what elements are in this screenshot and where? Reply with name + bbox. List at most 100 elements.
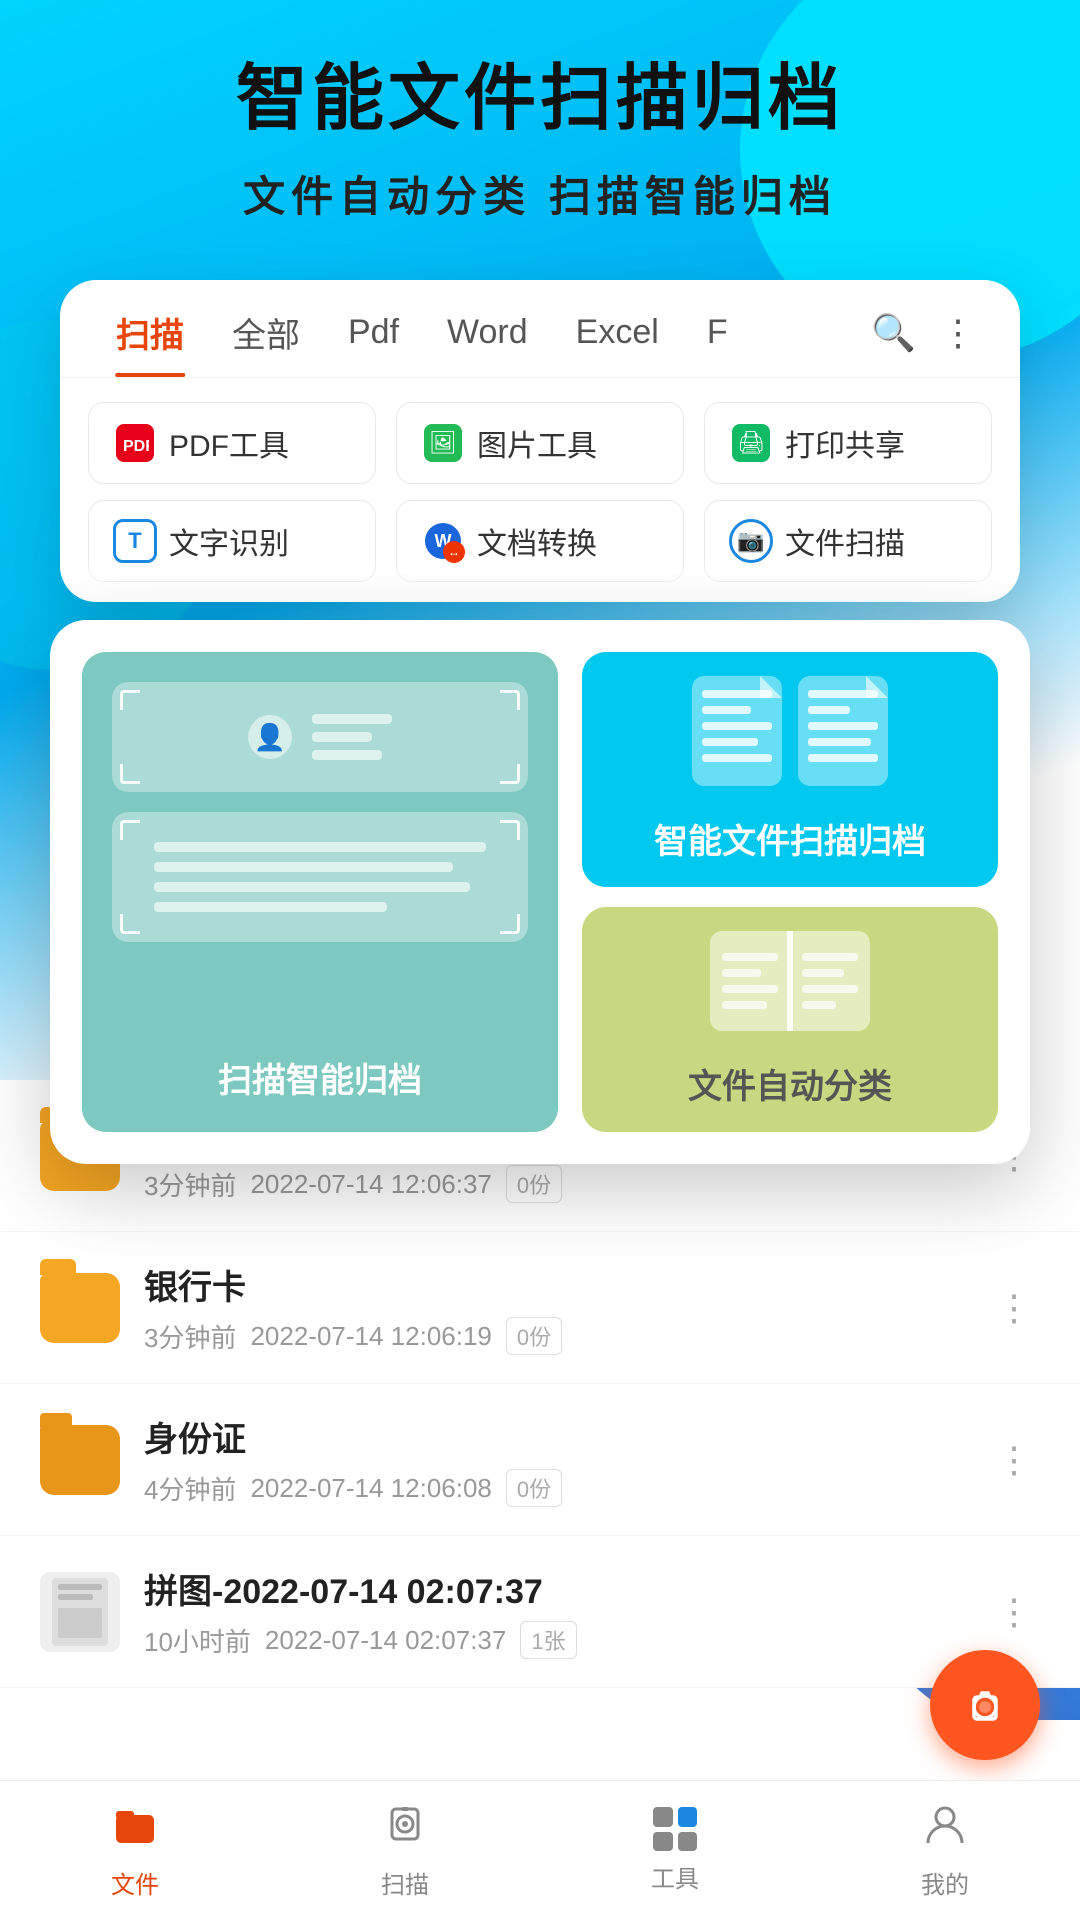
time-relative: 10小时前 xyxy=(144,1622,251,1659)
popup-right-bottom[interactable]: 文件自动分类 xyxy=(582,907,998,1132)
list-item-meta: 10小时前 2022-07-14 02:07:37 1张 xyxy=(144,1621,964,1659)
file-list: 驾驶证 3分钟前 2022-07-14 12:06:37 0份 ⋮ 银行卡 3分… xyxy=(0,1080,1080,1688)
file-thumb-pinjie xyxy=(40,1572,120,1652)
list-item-meta: 3分钟前 2022-07-14 12:06:37 0份 xyxy=(144,1165,964,1203)
pdf-tool-label: PDF工具 xyxy=(169,421,289,465)
print-tool-label: 打印共享 xyxy=(785,421,905,465)
nav-scan-icon xyxy=(382,1801,428,1857)
pdf-icon: PDF xyxy=(113,421,157,465)
doc-line-1 xyxy=(154,842,487,852)
doc-lines xyxy=(154,842,487,912)
nav-mine-label: 我的 xyxy=(921,1865,969,1900)
time-relative: 4分钟前 xyxy=(144,1470,236,1507)
book-left-page xyxy=(710,931,790,1031)
popup-right-top[interactable]: 智能文件扫描归档 xyxy=(582,652,998,887)
corner-br xyxy=(500,764,520,784)
nav-item-scan[interactable]: 扫描 xyxy=(270,1781,540,1920)
search-icon[interactable]: 🔍 xyxy=(859,312,928,374)
tools-row-1: PDF PDF工具 🖼 图片工具 🖨 打印共享 xyxy=(60,378,1020,484)
popup-right-top-label: 智能文件扫描归档 xyxy=(654,814,926,863)
corner-tr xyxy=(500,690,520,710)
img-tool-label: 图片工具 xyxy=(477,421,597,465)
ocr-icon: T xyxy=(113,519,157,563)
tab-pdf[interactable]: Pdf xyxy=(324,313,423,372)
sub-title: 文件自动分类 扫描智能归档 xyxy=(0,163,1080,224)
more-button[interactable]: ⋮ xyxy=(988,1431,1040,1489)
datetime: 2022-07-14 12:06:08 xyxy=(250,1473,491,1504)
tabs-bar: 扫描 全部 Pdf Word Excel F 🔍 ⋮ xyxy=(60,280,1020,378)
scan-card-illustrations: 👤 xyxy=(112,682,528,942)
tab-excel[interactable]: Excel xyxy=(552,313,683,372)
folder-icon-id xyxy=(40,1425,120,1495)
datetime: 2022-07-14 12:06:37 xyxy=(250,1169,491,1200)
tab-f[interactable]: F xyxy=(683,313,752,372)
corner-tl xyxy=(120,690,140,710)
doc-illustration xyxy=(112,812,528,942)
popup-left[interactable]: 👤 xyxy=(82,652,558,1132)
list-item-info: 身份证 4分钟前 2022-07-14 12:06:08 0份 xyxy=(144,1412,964,1507)
list-item-meta: 3分钟前 2022-07-14 12:06:19 0份 xyxy=(144,1317,964,1355)
datetime: 2022-07-14 02:07:37 xyxy=(265,1625,506,1656)
id-line-1 xyxy=(312,714,392,724)
print-icon: 🖨 xyxy=(729,421,773,465)
camera-fab-button[interactable] xyxy=(930,1650,1040,1760)
nav-tools-icon xyxy=(653,1807,697,1851)
list-item-title: 银行卡 xyxy=(144,1260,964,1309)
pdf-tool-button[interactable]: PDF PDF工具 xyxy=(88,402,376,484)
count-badge: 0份 xyxy=(506,1469,562,1507)
header: 智能文件扫描归档 文件自动分类 扫描智能归档 xyxy=(0,60,1080,224)
nav-item-mine[interactable]: 我的 xyxy=(810,1781,1080,1920)
nav-mine-icon xyxy=(922,1801,968,1857)
list-item-info: 拼图-2022-07-14 02:07:37 10小时前 2022-07-14 … xyxy=(144,1564,964,1659)
datetime: 2022-07-14 12:06:19 xyxy=(250,1321,491,1352)
card-fade xyxy=(60,562,1020,602)
count-badge: 0份 xyxy=(506,1317,562,1355)
list-item[interactable]: 银行卡 3分钟前 2022-07-14 12:06:19 0份 ⋮ xyxy=(0,1232,1080,1384)
svg-text:PDF: PDF xyxy=(123,438,149,455)
tab-word[interactable]: Word xyxy=(423,313,552,372)
doc-icons-row xyxy=(692,676,888,786)
list-item[interactable]: 拼图-2022-07-14 02:07:37 10小时前 2022-07-14 … xyxy=(0,1536,1080,1688)
folder-icon-bank xyxy=(40,1273,120,1343)
book-right-page xyxy=(790,931,870,1031)
popup-left-label: 扫描智能归档 xyxy=(218,1053,422,1102)
nav-tools-label: 工具 xyxy=(651,1859,699,1894)
list-item-info: 银行卡 3分钟前 2022-07-14 12:06:19 0份 xyxy=(144,1260,964,1355)
img-tool-button[interactable]: 🖼 图片工具 xyxy=(396,402,684,484)
filescan-tool-label: 文件扫描 xyxy=(785,519,905,563)
doc-icon-2 xyxy=(798,676,888,786)
nav-files-label: 文件 xyxy=(111,1865,159,1900)
bottom-nav: 文件 扫描 工具 我的 xyxy=(0,1780,1080,1920)
nav-item-tools[interactable]: 工具 xyxy=(540,1781,810,1920)
more-menu-icon[interactable]: ⋮ xyxy=(928,312,988,374)
popup-right-bottom-label: 文件自动分类 xyxy=(688,1059,892,1108)
corner-bl xyxy=(120,764,140,784)
convert-icon: W ↔ xyxy=(421,519,465,563)
id-line-2 xyxy=(312,732,372,742)
person-icon: 👤 xyxy=(248,715,292,759)
more-button[interactable]: ⋮ xyxy=(988,1583,1040,1641)
popup-card: 👤 xyxy=(50,620,1030,1164)
book-illustration xyxy=(710,931,870,1031)
doc-corner-bl xyxy=(120,914,140,934)
print-tool-button[interactable]: 🖨 打印共享 xyxy=(704,402,992,484)
time-relative: 3分钟前 xyxy=(144,1166,236,1203)
main-title: 智能文件扫描归档 xyxy=(0,60,1080,139)
nav-files-icon xyxy=(112,1801,158,1857)
list-item[interactable]: 身份证 4分钟前 2022-07-14 12:06:08 0份 ⋮ xyxy=(0,1384,1080,1536)
filescan-icon: 📷 xyxy=(729,519,773,563)
more-button[interactable]: ⋮ xyxy=(988,1279,1040,1337)
ocr-tool-label: 文字识别 xyxy=(169,519,289,563)
app-card: 扫描 全部 Pdf Word Excel F 🔍 ⋮ PDF PDF工具 🖼 图 xyxy=(60,280,1020,602)
doc-corner-tl xyxy=(120,820,140,840)
book-spine xyxy=(787,931,793,1031)
nav-item-files[interactable]: 文件 xyxy=(0,1781,270,1920)
count-badge: 0份 xyxy=(506,1165,562,1203)
convert-tool-label: 文档转换 xyxy=(477,519,597,563)
nav-scan-label: 扫描 xyxy=(381,1865,429,1900)
list-item-title: 身份证 xyxy=(144,1412,964,1461)
tab-scan[interactable]: 扫描 xyxy=(92,308,208,377)
list-item-title: 拼图-2022-07-14 02:07:37 xyxy=(144,1564,964,1613)
doc-corner-br xyxy=(500,914,520,934)
tab-all[interactable]: 全部 xyxy=(208,308,324,377)
